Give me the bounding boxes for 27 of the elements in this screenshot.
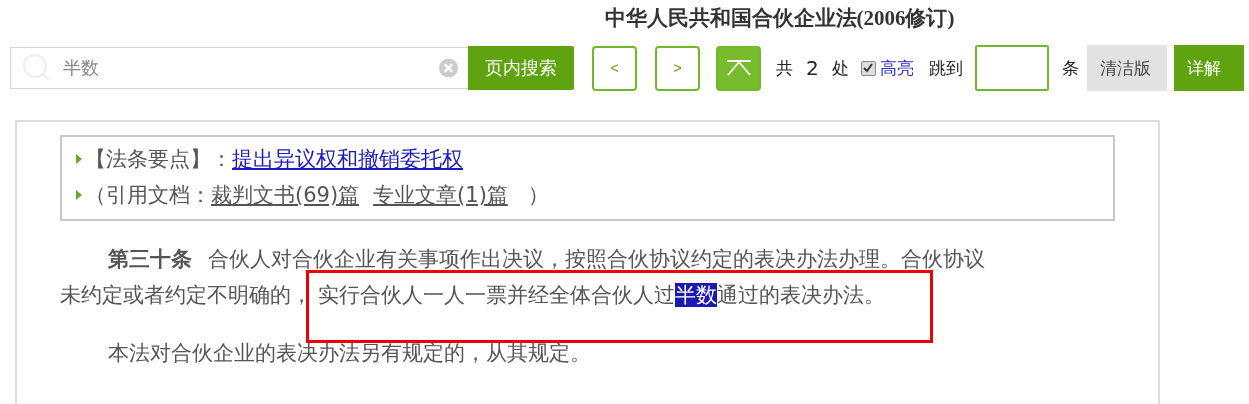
top-button[interactable] [716, 45, 761, 91]
refs-label: （引用文档： [85, 182, 211, 209]
count-number: 2 [806, 56, 819, 80]
article-text: 实行合伙人一人一票并经全体合伙人过半数通过的表决办法。 [318, 283, 885, 307]
count-prefix: 共 [776, 56, 793, 80]
refs-close: ） [527, 182, 549, 209]
paragraph: 本法对合伙企业的表决办法另有规定的，从其规定。 [108, 340, 591, 367]
article-text: 合伙人对合伙企业有关事项作出决议，按照合伙协议约定的表决办法办理。合伙协议 [208, 246, 985, 273]
search-field[interactable]: 半数 [10, 47, 468, 89]
count-suffix: 处 [831, 56, 849, 80]
up-icon [725, 60, 752, 76]
jump-label: 跳到 [928, 56, 963, 80]
version-tab[interactable]: 清洁版 [1086, 45, 1167, 91]
highlight-link[interactable]: 高亮 [879, 56, 914, 80]
points-label: 【法条要点】： [85, 146, 232, 173]
jump-field[interactable] [974, 45, 1049, 91]
reference-link[interactable]: 裁判文书(69)篇 [211, 181, 360, 209]
clear-icon[interactable] [439, 58, 458, 78]
points-link[interactable]: 提出异议权和撤销委托权 [232, 145, 463, 173]
page-title: 中华人民共和国合伙企业法(2006修订) [603, 5, 956, 32]
triangle-icon [76, 190, 82, 200]
article-number: 第三十条 [108, 246, 192, 273]
article-text: 未约定或者约定不明确的， [60, 282, 312, 309]
triangle-icon [76, 154, 82, 164]
highlight-checkbox[interactable] [860, 60, 876, 76]
reference-link[interactable]: 专业文章(1)篇 [373, 181, 508, 209]
jump-unit: 条 [1061, 56, 1079, 80]
